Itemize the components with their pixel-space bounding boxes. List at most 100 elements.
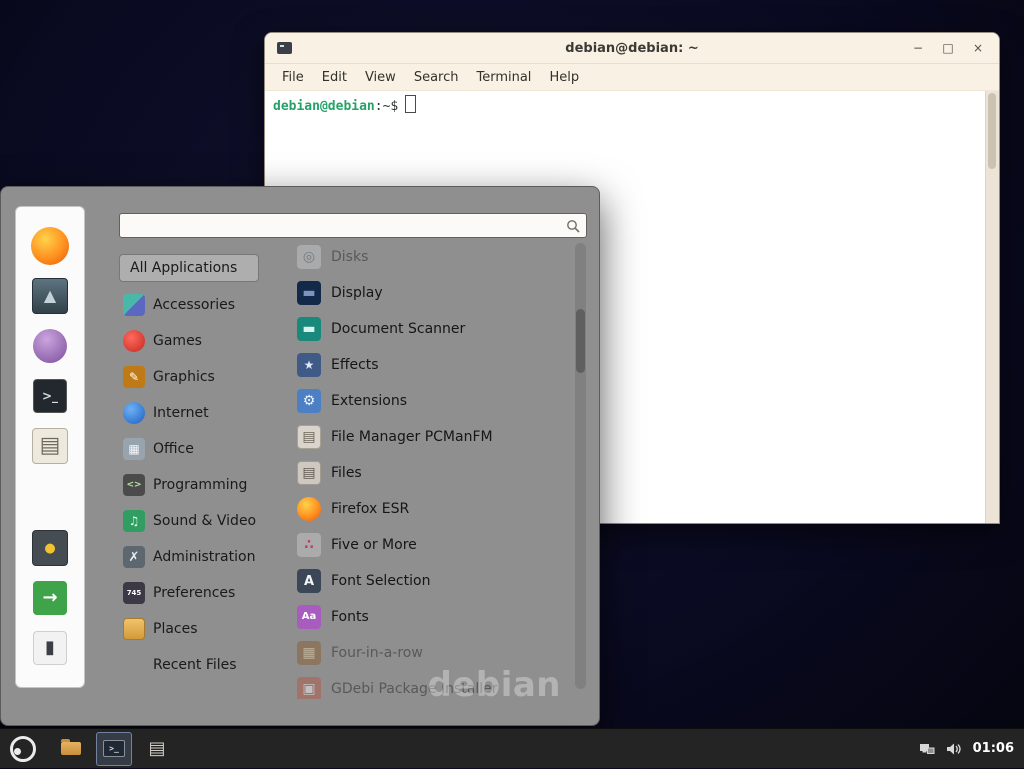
terminal-launcher[interactable]: >_: [25, 373, 75, 419]
app-list-scrollbar[interactable]: [575, 243, 586, 689]
five-or-more-icon: ∴: [297, 533, 321, 557]
app-label: Font Selection: [331, 573, 430, 589]
app-list-scrollbar-thumb[interactable]: [576, 309, 585, 373]
fonts-icon: Aa: [297, 605, 321, 629]
app-label: Extensions: [331, 393, 407, 409]
category-icon-spacer: [123, 654, 145, 676]
accessories-icon: [123, 294, 145, 316]
file-manager-launcher[interactable]: ▤: [25, 423, 75, 469]
terminal-menu-file[interactable]: File: [273, 70, 313, 85]
terminal-scrollbar-thumb[interactable]: [988, 93, 996, 169]
places-folder-icon: [123, 618, 145, 640]
taskbar-files-button[interactable]: ▤: [140, 733, 174, 765]
category-label: All Applications: [130, 260, 237, 276]
app-label: Fonts: [331, 609, 369, 625]
category-label: Recent Files: [153, 657, 237, 673]
category-all-applications[interactable]: All Applications: [119, 254, 259, 282]
app-fonts[interactable]: Aa Fonts: [265, 599, 571, 635]
category-sound-video[interactable]: ♫Sound & Video: [119, 503, 265, 539]
app-label: Files: [331, 465, 362, 481]
logout-launcher[interactable]: →: [25, 575, 75, 621]
search-input[interactable]: [120, 218, 566, 233]
app-firefox-esr[interactable]: Firefox ESR: [265, 491, 571, 527]
taskbar-file-manager-button[interactable]: [54, 733, 88, 765]
app-file-manager-pcmanfm[interactable]: ▤ File Manager PCManFM: [265, 419, 571, 455]
app-disks[interactable]: ◎Disks: [265, 239, 571, 275]
terminal-app-icon: [277, 42, 292, 54]
close-button[interactable]: ×: [967, 38, 989, 58]
terminal-cursor: [405, 95, 416, 113]
category-games[interactable]: Games: [119, 323, 265, 359]
sound-video-icon: ♫: [123, 510, 145, 532]
display-icon: ▬: [297, 281, 321, 305]
terminal-scrollbar[interactable]: [985, 91, 999, 523]
app-files[interactable]: ▤ Files: [265, 455, 571, 491]
app-five-or-more[interactable]: ∴ Five or More: [265, 527, 571, 563]
pidgin-launcher[interactable]: [25, 323, 75, 369]
pidgin-icon: [33, 329, 67, 363]
terminal-icon: >_: [33, 379, 67, 413]
document-scanner-icon: ▬: [297, 317, 321, 341]
taskbar-terminal-button[interactable]: >_: [96, 732, 132, 766]
menu-launcher-button[interactable]: [0, 729, 46, 769]
category-label: Office: [153, 441, 194, 457]
category-recent-files[interactable]: Recent Files: [119, 647, 265, 683]
logout-icon: →: [33, 581, 67, 615]
app-label: File Manager PCManFM: [331, 429, 493, 445]
app-font-selection[interactable]: AFont Selection: [265, 563, 571, 599]
window-controls: −□ ×: [907, 38, 999, 58]
terminal-menu-help[interactable]: Help: [540, 70, 588, 85]
terminal-titlebar[interactable]: debian@debian: ~ −□×: [265, 33, 999, 64]
administration-icon: ✗: [123, 546, 145, 568]
terminal-menu-terminal[interactable]: Terminal: [467, 70, 540, 85]
office-icon: ▦: [123, 438, 145, 460]
terminal-menu-view[interactable]: View: [356, 70, 405, 85]
debian-watermark: debian: [427, 665, 561, 705]
category-accessories[interactable]: Accessories: [119, 287, 265, 323]
maximize-button[interactable]: □: [937, 38, 959, 58]
internet-icon: [123, 402, 145, 424]
shell-prompt: debian@debian:~$: [273, 95, 416, 114]
prompt-path: :~$: [375, 99, 398, 114]
terminal-menu-search[interactable]: Search: [405, 70, 468, 85]
network-icon[interactable]: [919, 742, 935, 756]
app-label: Four-in-a-row: [331, 645, 423, 661]
terminal-menubar: FileEditViewSearchTerminalHelp: [265, 64, 999, 91]
application-list: ◎Disks▬Display▬Document Scanner★Effects⚙…: [265, 239, 571, 699]
quit-launcher[interactable]: ▮: [25, 625, 75, 671]
category-list: All Applications AccessoriesGames✎Graphic…: [119, 249, 265, 683]
firefox-launcher[interactable]: [25, 223, 75, 269]
category-administration[interactable]: ✗Administration: [119, 539, 265, 575]
effects-icon: ★: [297, 353, 321, 377]
category-label: Internet: [153, 405, 209, 421]
category-places[interactable]: Places: [119, 611, 265, 647]
software-update-launcher[interactable]: ●: [25, 525, 75, 571]
programming-icon: <>: [123, 474, 145, 496]
extensions-icon: ⚙: [297, 389, 321, 413]
category-graphics[interactable]: ✎Graphics: [119, 359, 265, 395]
minimize-button[interactable]: −: [907, 38, 929, 58]
volume-icon[interactable]: [946, 742, 962, 756]
terminal-menu-edit[interactable]: Edit: [313, 70, 356, 85]
category-preferences[interactable]: 745Preferences: [119, 575, 265, 611]
pcmanfm-icon: ▤: [297, 425, 321, 449]
category-label: Graphics: [153, 369, 215, 385]
app-document-scanner[interactable]: ▬Document Scanner: [265, 311, 571, 347]
app-label: Firefox ESR: [331, 501, 409, 517]
category-label: Preferences: [153, 585, 235, 601]
folder-icon: [61, 742, 81, 755]
files-icon: ▤: [297, 461, 321, 485]
menu-search-bar[interactable]: [119, 213, 587, 238]
category-programming[interactable]: <>Programming: [119, 467, 265, 503]
app-effects[interactable]: ★Effects: [265, 347, 571, 383]
photos-launcher[interactable]: ▲: [25, 273, 75, 319]
firefox-icon: [31, 227, 69, 265]
app-display[interactable]: ▬Display: [265, 275, 571, 311]
category-internet[interactable]: Internet: [119, 395, 265, 431]
category-office[interactable]: ▦ Office: [119, 431, 265, 467]
distro-logo-icon: [10, 736, 36, 762]
four-in-a-row-icon: ▦: [297, 641, 321, 665]
prompt-user: debian@debian: [273, 99, 375, 114]
app-extensions[interactable]: ⚙ Extensions: [265, 383, 571, 419]
app-label: Five or More: [331, 537, 417, 553]
